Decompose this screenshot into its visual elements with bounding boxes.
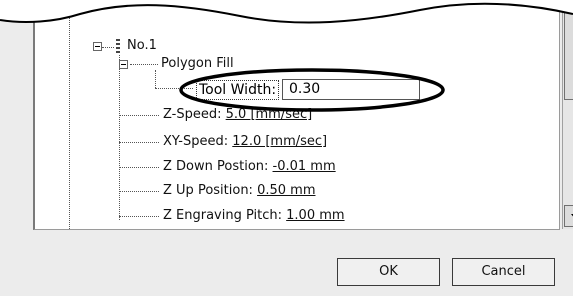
highlight-oval xyxy=(179,68,445,112)
annotation-overlay xyxy=(0,0,573,112)
